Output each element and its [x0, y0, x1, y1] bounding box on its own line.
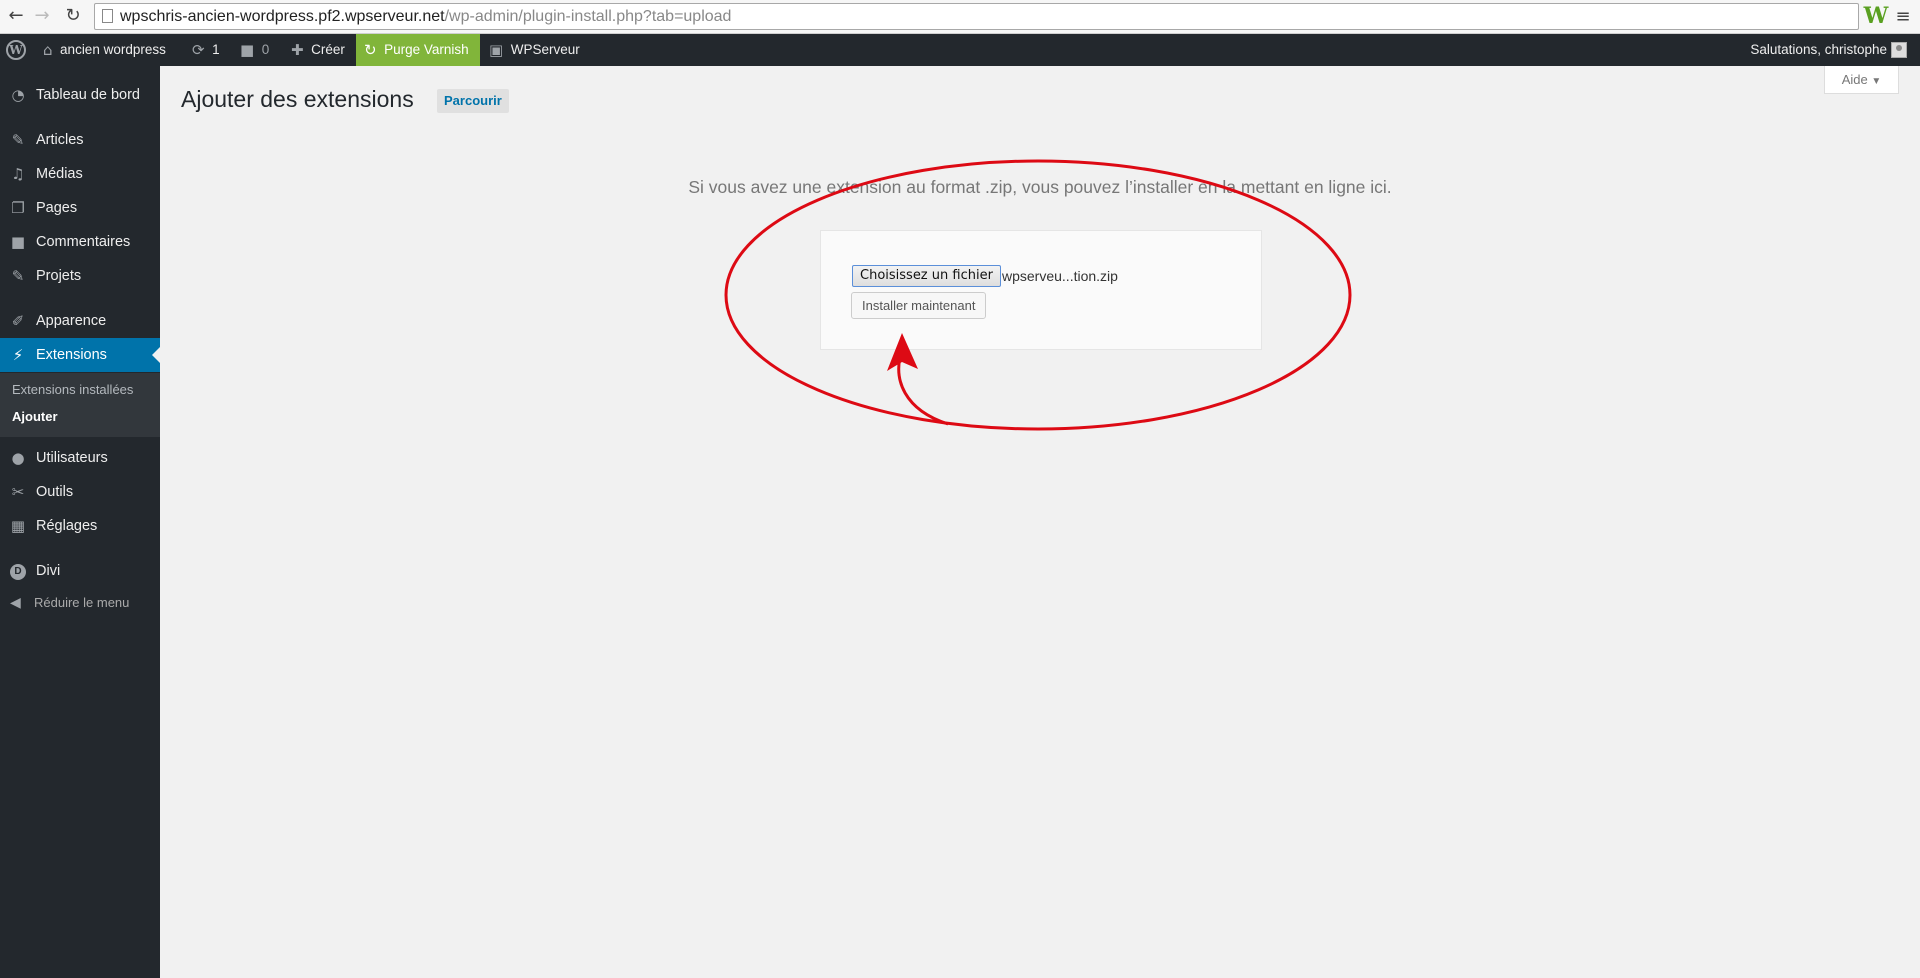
user-icon: ● — [11, 449, 25, 467]
browse-plugins-button[interactable]: Parcourir — [437, 89, 509, 113]
address-bar[interactable]: wpschris-ancien-wordpress.pf2.wpserveur.… — [94, 3, 1859, 30]
wordpress-logo-icon: W — [6, 40, 26, 60]
account-label: Salutations, christophe — [1750, 42, 1887, 57]
chevron-down-icon: ▼ — [1871, 76, 1882, 87]
sidebar-item-settings[interactable]: ▦ Réglages — [0, 509, 160, 543]
purge-label: Purge Varnish — [384, 42, 469, 57]
pin-icon: ✎ — [11, 267, 25, 285]
red-annotation — [724, 159, 1352, 431]
annotation-arrow-shaft — [897, 349, 949, 426]
sidebar-item-projects[interactable]: ✎ Projets — [0, 259, 160, 293]
avatar — [1891, 42, 1907, 58]
comment-icon: ■ — [10, 233, 26, 251]
sidebar-item-appearance[interactable]: ✐ Apparence — [0, 304, 160, 338]
upload-instructions: Si vous avez une extension au format .zi… — [688, 177, 1392, 197]
sidebar-item-media[interactable]: ♫ Médias — [0, 157, 160, 191]
selected-file-name: wpserveu...tion.zip — [1002, 268, 1118, 284]
dashboard-icon: ◔ — [11, 86, 25, 104]
sidebar-item-dashboard[interactable]: ◔ Tableau de bord — [0, 78, 160, 112]
submenu-add-plugin[interactable]: Ajouter — [12, 409, 58, 424]
sidebar-item-pages[interactable]: ❐ Pages — [0, 191, 160, 225]
new-content-menu[interactable]: ✚ Créer — [291, 34, 345, 66]
updates-count: 1 — [212, 42, 220, 57]
browser-menu-icon[interactable]: ≡ — [1893, 7, 1913, 27]
comment-icon: ■ — [240, 41, 255, 59]
sidebar-item-divi[interactable]: D Divi — [0, 554, 160, 588]
updates-icon: ⟳ — [192, 41, 205, 59]
reload-icon[interactable]: ↻ — [62, 5, 84, 27]
admin-bar: W ⌂ ancien wordpress ⟳ 1 ■ 0 ✚ Créer ↻ P… — [0, 34, 1920, 66]
account-menu[interactable]: Salutations, christophe — [1750, 34, 1907, 66]
plus-icon: ✚ — [291, 41, 304, 59]
submenu-installed-plugins[interactable]: Extensions installées — [12, 382, 133, 397]
url-path: /wp-admin/plugin-install.php?tab=upload — [444, 8, 732, 25]
url-text: wpschris-ancien-wordpress.pf2.wpserveur.… — [120, 8, 731, 26]
page-icon — [102, 9, 113, 23]
pages-icon: ❐ — [11, 199, 25, 217]
home-icon: ⌂ — [43, 41, 53, 59]
wpserveur-extension-icon[interactable]: W — [1862, 4, 1890, 28]
plug-icon: ⚡ — [12, 346, 24, 364]
wrench-icon: ✂ — [11, 483, 25, 501]
upload-plugin-form: Choisissez un fichier wpserveu...tion.zi… — [820, 230, 1262, 350]
purge-varnish-button[interactable]: ↻ Purge Varnish — [356, 34, 480, 66]
collapse-arrow-icon: ◀ — [10, 595, 21, 611]
paintbrush-icon: ✐ — [11, 312, 25, 330]
wpserveur-icon: ▣ — [489, 41, 504, 59]
choose-file-button[interactable]: Choisissez un fichier — [852, 265, 1001, 287]
back-arrow-icon[interactable]: ← — [5, 5, 27, 27]
site-name-menu[interactable]: ⌂ ancien wordpress — [43, 34, 166, 66]
pin-icon: ✎ — [11, 131, 25, 149]
settings-icon: ▦ — [10, 517, 26, 535]
collapse-menu-button[interactable]: ◀ Réduire le menu — [0, 588, 160, 618]
comments-menu[interactable]: ■ 0 — [240, 34, 269, 66]
comments-count: 0 — [261, 42, 270, 57]
admin-sidebar: ◔ Tableau de bord ✎ Articles ♫ Médias ❐ Page… — [0, 66, 160, 978]
sidebar-item-posts[interactable]: ✎ Articles — [0, 123, 160, 157]
wpserveur-menu[interactable]: ▣ WPServeur — [489, 34, 580, 66]
site-name: ancien wordpress — [60, 42, 166, 57]
url-host: wpschris-ancien-wordpress.pf2.wpserveur.… — [120, 8, 445, 25]
help-tab-button[interactable]: Aide ▼ — [1824, 66, 1899, 94]
purge-refresh-icon: ↻ — [364, 41, 377, 59]
sidebar-item-tools[interactable]: ✂ Outils — [0, 475, 160, 509]
new-label: Créer — [311, 42, 345, 57]
updates-menu[interactable]: ⟳ 1 — [192, 34, 220, 66]
sidebar-item-comments[interactable]: ■ Commentaires — [0, 225, 160, 259]
plugins-submenu: Extensions installées Ajouter — [0, 373, 160, 437]
sidebar-item-plugins[interactable]: ⚡ Extensions — [0, 338, 160, 372]
install-now-button[interactable]: Installer maintenant — [851, 292, 987, 319]
divi-icon: D — [8, 554, 28, 588]
forward-arrow-icon[interactable]: → — [31, 5, 53, 27]
sidebar-item-users[interactable]: ● Utilisateurs — [0, 441, 160, 475]
help-tab-label: Aide — [1841, 72, 1868, 87]
browser-toolbar: ← → ↻ wpschris-ancien-wordpress.pf2.wpse… — [0, 0, 1920, 34]
page-title: Ajouter des extensions — [181, 86, 414, 112]
wordpress-logo-menu[interactable]: W — [6, 34, 30, 66]
wpserveur-label: WPServeur — [510, 42, 580, 57]
media-icon: ♫ — [11, 165, 25, 183]
